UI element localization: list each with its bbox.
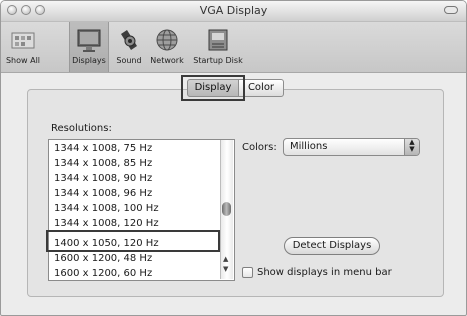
colors-label: Colors:: [242, 142, 277, 153]
tab-display-highlight-box: [181, 75, 245, 101]
colors-select[interactable]: Millions ▲ ▼: [283, 138, 420, 156]
toolbar-label-show-all: Show All: [5, 56, 41, 65]
toolbar-label-network: Network: [150, 56, 184, 65]
scrollbar-thumb[interactable]: [222, 202, 231, 216]
resolutions-list[interactable]: 1344 x 1008, 75 Hz 1344 x 1008, 85 Hz 13…: [48, 139, 235, 281]
list-item[interactable]: 1344 x 1008, 90 Hz: [54, 171, 152, 186]
chevron-up-down-icon: ▲ ▼: [404, 139, 419, 155]
toolbar-item-displays[interactable]: Displays: [69, 22, 109, 72]
selected-resolution-highlight-box: [46, 230, 220, 252]
sound-icon: [121, 30, 137, 50]
toolbar-label-startup-disk: Startup Disk: [193, 56, 243, 65]
list-item[interactable]: 1344 x 1008, 85 Hz: [54, 156, 152, 171]
toolbar: Show All Displays Sound Network Startup …: [1, 22, 466, 73]
list-item[interactable]: 1344 x 1008, 120 Hz: [54, 216, 159, 231]
list-item[interactable]: 1344 x 1008, 100 Hz: [54, 201, 159, 216]
startup-disk-icon: [208, 29, 228, 51]
toolbar-label-displays: Displays: [72, 56, 106, 65]
preferences-window: VGA Display Show All Displays Sound Netw…: [0, 0, 467, 316]
colors-select-value: Millions: [290, 141, 328, 152]
title-bar: VGA Display: [1, 1, 466, 22]
toolbar-item-network[interactable]: Network: [147, 22, 187, 72]
toolbar-item-show-all[interactable]: Show All: [3, 22, 43, 72]
list-item[interactable]: 1344 x 1008, 75 Hz: [54, 141, 152, 156]
show-displays-in-menu-bar-label: Show displays in menu bar: [257, 267, 392, 278]
scroll-down-arrow-icon[interactable]: ▼: [223, 266, 228, 273]
network-icon: [156, 29, 178, 51]
resolutions-scrollbar[interactable]: ▲ ▼: [220, 140, 233, 279]
toolbar-item-sound[interactable]: Sound: [111, 22, 147, 72]
displays-icon: [77, 29, 101, 52]
list-item[interactable]: 1600 x 1200, 48 Hz: [54, 251, 152, 266]
detect-displays-button[interactable]: Detect Displays: [284, 237, 380, 255]
window-title: VGA Display: [199, 4, 268, 17]
list-item[interactable]: 1600 x 1200, 60 Hz: [54, 266, 152, 280]
toolbar-toggle-button[interactable]: [444, 6, 458, 14]
list-item[interactable]: 1344 x 1008, 96 Hz: [54, 186, 152, 201]
toolbar-item-startup-disk[interactable]: Startup Disk: [191, 22, 245, 72]
show-all-icon: [11, 32, 35, 49]
scroll-up-arrow-icon[interactable]: ▲: [223, 256, 228, 263]
show-displays-in-menu-bar-checkbox[interactable]: [242, 267, 253, 278]
toolbar-label-sound: Sound: [116, 56, 142, 65]
resolutions-label: Resolutions:: [51, 123, 112, 134]
